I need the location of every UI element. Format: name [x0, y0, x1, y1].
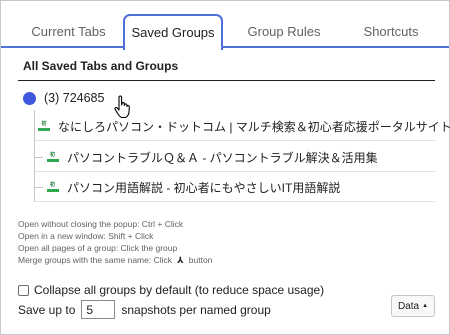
- section-title: All Saved Tabs and Groups: [23, 59, 179, 73]
- saved-tab-row[interactable]: 初 パソコントラブルＱ＆Ａ - パソコントラブル解決＆活用集: [35, 144, 435, 172]
- help-line: Merge groups with the same name: Click ⅄…: [18, 254, 212, 266]
- collapse-option: Collapse all groups by default (to reduc…: [18, 283, 324, 297]
- group-name: (3) 724685: [44, 91, 105, 105]
- hand-cursor-icon: [114, 95, 130, 119]
- snapshot-option: Save up to snapshots per named group: [18, 300, 271, 319]
- snapshot-count-input[interactable]: [81, 300, 116, 319]
- saved-tab-row[interactable]: 初 なにしろパソコン・ドットコム | マルチ検索＆初心者応援ポータルサイト: [35, 113, 450, 141]
- saved-tab-title: パソコントラブルＱ＆Ａ - パソコントラブル解決＆活用集: [67, 151, 378, 165]
- collapse-label: Collapse all groups by default (to reduc…: [34, 283, 325, 297]
- favicon-glyph: 初: [49, 152, 55, 158]
- help-line: Open in a new window: Shift + Click: [18, 231, 154, 241]
- help-line: Open all pages of a group: Click the gro…: [18, 243, 178, 253]
- favicon-glyph: 初: [49, 182, 55, 188]
- tree-elbow: [35, 157, 43, 158]
- caret-up-icon: ▲: [422, 303, 429, 309]
- data-button-label: Data: [397, 300, 420, 312]
- snapshot-suffix: snapshots per named group: [121, 302, 271, 317]
- tab-current-tabs[interactable]: Current Tabs: [17, 16, 120, 46]
- tab-shortcuts[interactable]: Shortcuts: [341, 16, 441, 46]
- data-menu-button[interactable]: Data ▲: [391, 295, 435, 317]
- tab-bar: Current Tabs Saved Groups Group Rules Sh…: [1, 1, 449, 50]
- merge-icon: ⅄: [177, 255, 184, 265]
- tab-group-rules[interactable]: Group Rules: [230, 16, 338, 46]
- help-text: Open without closing the popup: Ctrl + C…: [18, 218, 212, 266]
- popup-window: Current Tabs Saved Groups Group Rules Sh…: [0, 0, 450, 335]
- favicon-icon: 初: [46, 151, 59, 164]
- section-divider: [18, 80, 435, 81]
- saved-tab-title: なにしろパソコン・ドットコム | マルチ検索＆初心者応援ポータルサイト: [58, 120, 450, 134]
- favicon-glyph: 初: [41, 121, 47, 127]
- tree-elbow: [35, 187, 43, 188]
- favicon-icon: 初: [38, 120, 50, 133]
- saved-tab-row[interactable]: 初 パソコン用語解説 - 初心者にもやさしいIT用語解説: [35, 174, 435, 202]
- group-color-dot: [23, 91, 36, 105]
- help-line-text: Merge groups with the same name: Click: [18, 255, 173, 265]
- snapshot-prefix: Save up to: [18, 302, 76, 317]
- help-line-text: button: [188, 255, 213, 265]
- help-line: Open without closing the popup: Ctrl + C…: [18, 219, 184, 229]
- saved-tab-title: パソコン用語解説 - 初心者にもやさしいIT用語解説: [67, 181, 341, 195]
- saved-group-row[interactable]: (3) 724685: [18, 86, 435, 110]
- collapse-checkbox[interactable]: [18, 284, 29, 296]
- tab-saved-groups[interactable]: Saved Groups: [123, 14, 223, 50]
- favicon-icon: 初: [46, 181, 59, 194]
